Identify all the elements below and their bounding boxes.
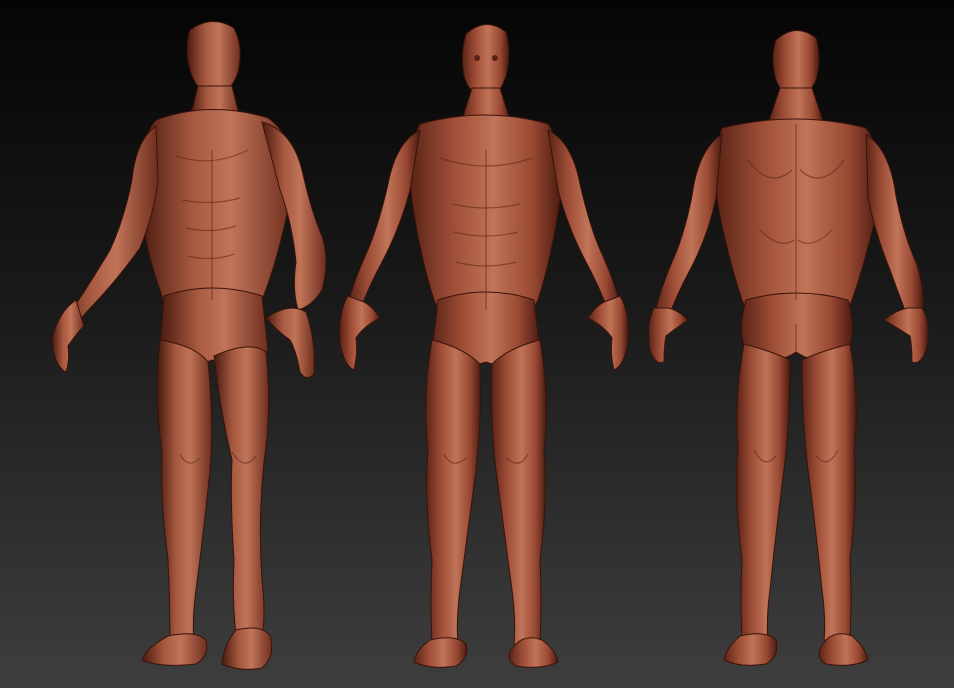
sculpt-render: [0, 0, 954, 688]
render-viewport: [0, 0, 954, 688]
